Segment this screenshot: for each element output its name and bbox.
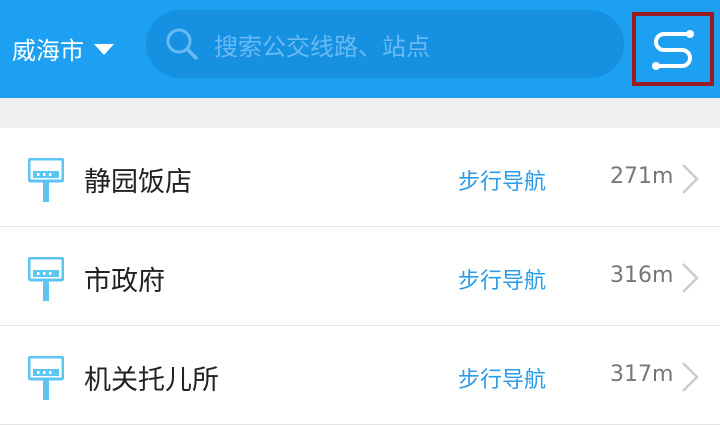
station-row[interactable]: 静园饭店 步行导航 271m bbox=[0, 128, 720, 227]
search-placeholder: 搜索公交线路、站点 bbox=[214, 32, 430, 61]
bus-stop-icon bbox=[28, 158, 64, 202]
station-distance: 316m bbox=[610, 263, 674, 288]
station-name: 静园饭店 bbox=[84, 167, 192, 198]
bus-stop-icon bbox=[28, 356, 64, 400]
station-distance: 271m bbox=[610, 164, 674, 189]
route-icon bbox=[652, 30, 694, 70]
station-row[interactable]: 机关托儿所 步行导航 317m bbox=[0, 326, 720, 425]
station-name: 市政府 bbox=[84, 266, 165, 297]
caret-down-icon bbox=[94, 44, 114, 55]
top-bar: 威海市 搜索公交线路、站点 bbox=[0, 0, 720, 98]
station-name: 机关托儿所 bbox=[84, 365, 219, 396]
walk-navigation-link[interactable]: 步行导航 bbox=[458, 362, 546, 394]
chevron-right-icon bbox=[682, 164, 699, 194]
search-icon bbox=[166, 28, 198, 60]
station-distance: 317m bbox=[610, 362, 674, 387]
city-name: 威海市 bbox=[12, 36, 84, 65]
station-row[interactable]: 市政府 步行导航 316m bbox=[0, 227, 720, 326]
chevron-right-icon bbox=[682, 362, 699, 392]
city-selector[interactable]: 威海市 bbox=[12, 28, 114, 68]
chevron-right-icon bbox=[682, 263, 699, 293]
bus-stop-icon bbox=[28, 257, 64, 301]
route-planning-button[interactable] bbox=[632, 12, 714, 86]
search-bar[interactable]: 搜索公交线路、站点 bbox=[146, 10, 624, 78]
walk-navigation-link[interactable]: 步行导航 bbox=[458, 263, 546, 295]
section-divider bbox=[0, 98, 720, 128]
nearby-stations-list: 静园饭店 步行导航 271m 市政府 步行导航 316m 机关托儿所 步行导航 … bbox=[0, 128, 720, 425]
walk-navigation-link[interactable]: 步行导航 bbox=[458, 164, 546, 196]
